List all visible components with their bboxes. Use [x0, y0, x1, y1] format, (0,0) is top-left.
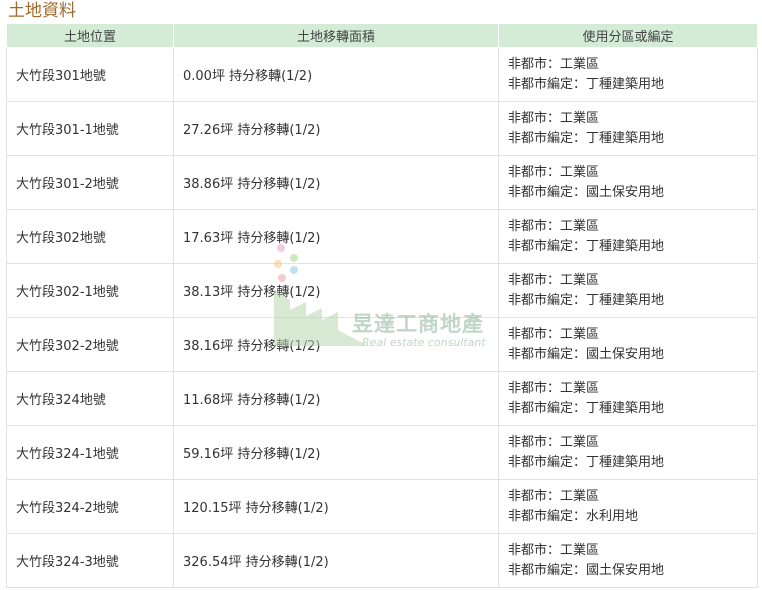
- table-row: 大竹段324-3地號 326.54坪 持分移轉(1/2) 非都市：工業區 非都市編定：…: [6, 533, 758, 588]
- cell-zone: 非都市：工業區非都市編定：丁種建築用地: [498, 425, 758, 480]
- zone-designation: 非都市編定：丁種建築用地: [508, 454, 665, 470]
- cell-zone: 非都市：工業區非都市編定：水利用地: [498, 479, 758, 534]
- table-row: 大竹段302-1地號 38.13坪 持分移轉(1/2) 非都市：工業區 非都市編定：丁…: [6, 263, 758, 318]
- cell-location: 大竹段324-3地號: [6, 533, 174, 588]
- zone-district: 非都市：工業區: [508, 326, 600, 342]
- cell-area: 17.63坪 持分移轉(1/2): [173, 209, 499, 264]
- zone-designation: 非都市編定：國土保安用地: [508, 346, 665, 362]
- header-zone: 使用分區或編定: [498, 23, 758, 48]
- table-row: 大竹段324-1地號 59.16坪 持分移轉(1/2) 非都市：工業區 非都市編定：丁…: [6, 425, 758, 480]
- header-location: 土地位置: [6, 23, 174, 48]
- zone-designation: 非都市編定：丁種建築用地: [508, 292, 665, 308]
- cell-area: 120.15坪 持分移轉(1/2): [173, 479, 499, 534]
- zone-district: 非都市：工業區: [508, 110, 600, 126]
- cell-location: 大竹段324-1地號: [6, 425, 174, 480]
- cell-area: 38.16坪 持分移轉(1/2): [173, 317, 499, 372]
- cell-zone: 非都市：工業區非都市編定：國土保安用地: [498, 155, 758, 210]
- table-row: 大竹段302地號 17.63坪 持分移轉(1/2) 非都市：工業區 非都市編定：丁種建…: [6, 209, 758, 264]
- cell-area: 11.68坪 持分移轉(1/2): [173, 371, 499, 426]
- cell-zone: 非都市：工業區非都市編定：丁種建築用地: [498, 263, 758, 318]
- table-row: 大竹段324地號 11.68坪 持分移轉(1/2) 非都市：工業區 非都市編定：丁種建…: [6, 371, 758, 426]
- zone-designation: 非都市編定：丁種建築用地: [508, 76, 665, 92]
- cell-location: 大竹段301-1地號: [6, 101, 174, 156]
- cell-location: 大竹段324-2地號: [6, 479, 174, 534]
- zone-district: 非都市：工業區: [508, 164, 600, 180]
- cell-zone: 非都市：工業區非都市編定：國土保安用地: [498, 317, 758, 372]
- table-row: 大竹段301地號 0.00坪 持分移轉(1/2) 非都市：工業區 非都市編定：丁種建築…: [6, 47, 758, 102]
- zone-designation: 非都市編定：丁種建築用地: [508, 400, 665, 416]
- cell-zone: 非都市：工業區非都市編定：丁種建築用地: [498, 47, 758, 102]
- cell-location: 大竹段302地號: [6, 209, 174, 264]
- cell-area: 326.54坪 持分移轉(1/2): [173, 533, 499, 588]
- table-row: 大竹段302-2地號 38.16坪 持分移轉(1/2) 非都市：工業區 非都市編定：國…: [6, 317, 758, 372]
- cell-location: 大竹段302-2地號: [6, 317, 174, 372]
- section-title: 土地資料: [8, 1, 76, 21]
- zone-district: 非都市：工業區: [508, 488, 600, 504]
- zone-designation: 非都市編定：國土保安用地: [508, 184, 665, 200]
- cell-zone: 非都市：工業區非都市編定：丁種建築用地: [498, 209, 758, 264]
- cell-location: 大竹段324地號: [6, 371, 174, 426]
- zone-district: 非都市：工業區: [508, 542, 600, 558]
- table-row: 大竹段301-1地號 27.26坪 持分移轉(1/2) 非都市：工業區 非都市編定：丁…: [6, 101, 758, 156]
- cell-area: 27.26坪 持分移轉(1/2): [173, 101, 499, 156]
- table-header-row: 土地位置 土地移轉面積 使用分區或編定: [6, 23, 758, 48]
- zone-district: 非都市：工業區: [508, 56, 600, 72]
- zone-designation: 非都市編定：丁種建築用地: [508, 130, 665, 146]
- cell-area: 38.86坪 持分移轉(1/2): [173, 155, 499, 210]
- cell-area: 59.16坪 持分移轉(1/2): [173, 425, 499, 480]
- zone-district: 非都市：工業區: [508, 380, 600, 396]
- table-row: 大竹段301-2地號 38.86坪 持分移轉(1/2) 非都市：工業區 非都市編定：國…: [6, 155, 758, 210]
- header-area: 土地移轉面積: [173, 23, 499, 48]
- land-table: 土地位置 土地移轉面積 使用分區或編定 大竹段301地號 0.00坪 持分移轉(1…: [6, 23, 758, 588]
- zone-district: 非都市：工業區: [508, 272, 600, 288]
- cell-zone: 非都市：工業區非都市編定：丁種建築用地: [498, 101, 758, 156]
- zone-district: 非都市：工業區: [508, 218, 600, 234]
- table-row: 大竹段324-2地號 120.15坪 持分移轉(1/2) 非都市：工業區 非都市編定：…: [6, 479, 758, 534]
- zone-designation: 非都市編定：丁種建築用地: [508, 238, 665, 254]
- zone-designation: 非都市編定：國土保安用地: [508, 562, 665, 578]
- zone-designation: 非都市編定：水利用地: [508, 508, 639, 524]
- cell-location: 大竹段301-2地號: [6, 155, 174, 210]
- cell-area: 38.13坪 持分移轉(1/2): [173, 263, 499, 318]
- cell-location: 大竹段302-1地號: [6, 263, 174, 318]
- zone-district: 非都市：工業區: [508, 434, 600, 450]
- cell-zone: 非都市：工業區非都市編定：丁種建築用地: [498, 371, 758, 426]
- cell-area: 0.00坪 持分移轉(1/2): [173, 47, 499, 102]
- cell-zone: 非都市：工業區非都市編定：國土保安用地: [498, 533, 758, 588]
- cell-location: 大竹段301地號: [6, 47, 174, 102]
